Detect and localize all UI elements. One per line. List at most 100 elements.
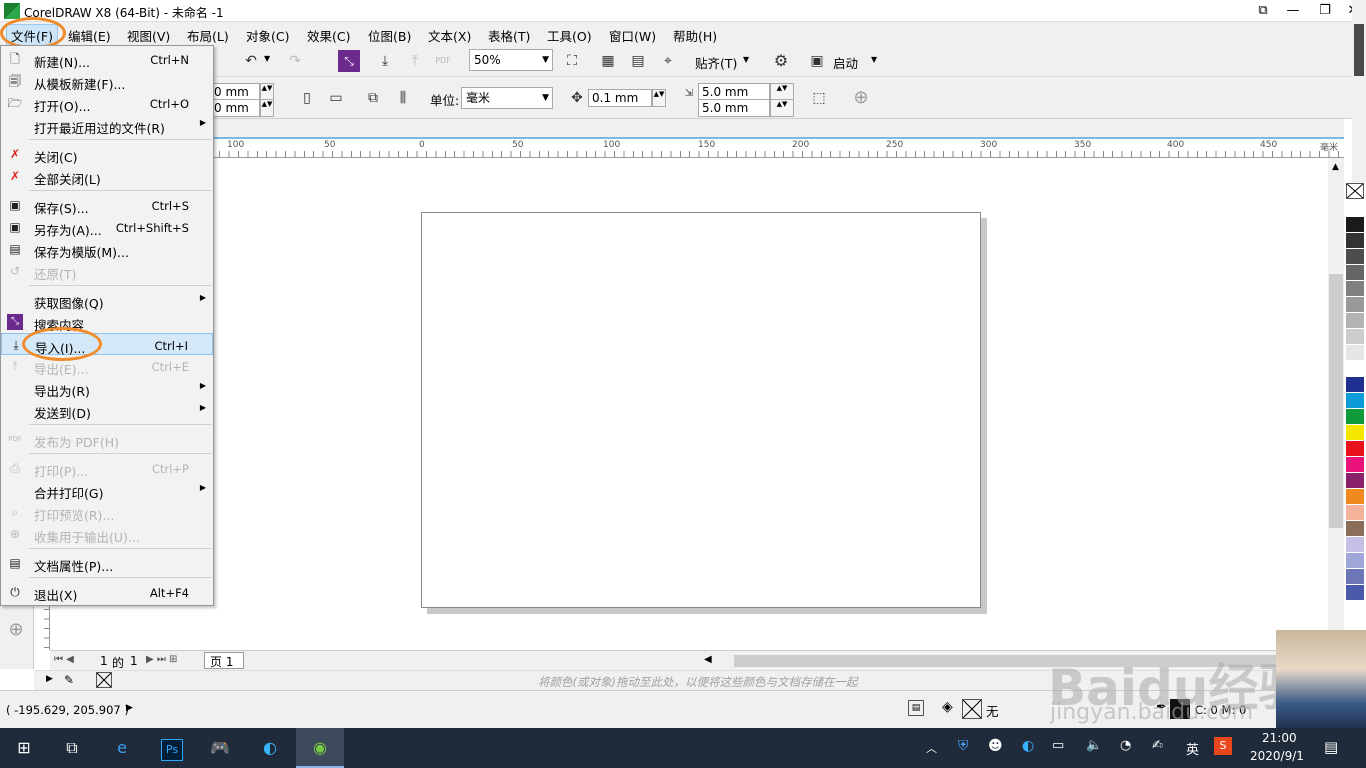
undo-icon[interactable]: ↶ (240, 50, 262, 72)
palette-swatch[interactable] (1346, 569, 1364, 585)
height-field[interactable]: 0 mm (210, 99, 260, 117)
menu-item-send-to[interactable]: 发送到(D) ▶ (1, 399, 213, 421)
palette-swatch[interactable] (1346, 505, 1364, 521)
horizontal-ruler[interactable]: 100 50 0 50 100 150 200 250 300 350 400 … (50, 139, 1344, 158)
show-rulers-icon[interactable]: ▦ (597, 50, 619, 72)
duplicate-y-spinner[interactable]: ▲▼ (770, 99, 794, 117)
menu-item-print-merge[interactable]: 合并打印(G) ▶ (1, 479, 213, 501)
windows-start-icon[interactable]: ⊞ (6, 732, 42, 764)
zoom-select[interactable]: 50% ▼ (469, 49, 553, 71)
palette-swatch[interactable] (1346, 313, 1364, 329)
scroll-thumb[interactable] (1329, 274, 1343, 528)
vertical-scrollbar[interactable]: ▲ (1328, 158, 1344, 650)
eyedropper-icon[interactable]: ✎ (64, 673, 74, 687)
menu-item-close-all[interactable]: ✗ 全部关闭(L) (1, 165, 213, 187)
menu-item-save-as[interactable]: ▣ 另存为(A)... Ctrl+Shift+S (1, 216, 213, 238)
sogou-icon[interactable]: S (1214, 737, 1232, 755)
landscape-icon[interactable]: ▭ (325, 87, 347, 109)
all-pages-icon[interactable]: ⧉ (362, 87, 384, 109)
add-icon[interactable]: ⊕ (850, 87, 872, 109)
no-fill-swatch[interactable] (962, 699, 982, 719)
menu-item-new-from-template[interactable]: 🗐 从模板新建(F)... (1, 70, 213, 92)
restore-button[interactable]: ❐ (1314, 2, 1336, 20)
pdf-icon[interactable]: PDF (432, 50, 454, 72)
palette-swatch[interactable] (1346, 553, 1364, 569)
menu-item-exit[interactable]: ⏻ 退出(X) Alt+F4 (1, 581, 213, 603)
export-icon[interactable]: ⤒ (404, 50, 426, 72)
palette-swatch[interactable] (1346, 329, 1364, 345)
current-page-icon[interactable]: ⫼ (392, 87, 414, 109)
show-grid-icon[interactable]: ▤ (627, 50, 649, 72)
ime-indicator[interactable]: 英 (1186, 739, 1199, 758)
unit-select[interactable]: 毫米 ▼ (461, 87, 553, 109)
launcher-icon[interactable]: ▣ (806, 50, 828, 72)
menu-item-open-recent[interactable]: 打开最近用过的文件(R) ▶ (1, 114, 213, 136)
palette-swatch[interactable] (1346, 345, 1364, 361)
import-icon[interactable]: ⤓ (374, 50, 396, 72)
search-content-icon[interactable]: ⤡ (338, 50, 360, 72)
palette-swatch[interactable] (1346, 489, 1364, 505)
menu-table[interactable]: 表格(T) (484, 25, 534, 46)
menu-item-export-as[interactable]: 导出为(R) ▶ (1, 377, 213, 399)
clock-date[interactable]: 2020/9/1 (1250, 749, 1304, 763)
palette-swatch[interactable] (1346, 521, 1364, 537)
palette-swatch[interactable] (1346, 441, 1364, 457)
expand-icon[interactable]: ▶ (126, 703, 133, 713)
show-guidelines-icon[interactable]: ⌖ (657, 50, 679, 72)
no-color-swatch[interactable] (1346, 183, 1364, 199)
volume-icon[interactable]: 🔈 (1086, 738, 1102, 753)
menu-item-acquire-image[interactable]: 获取图像(Q) ▶ (1, 289, 213, 311)
shield-icon[interactable]: ⛨ (958, 738, 969, 754)
app-icon[interactable]: ⧉ (1252, 2, 1274, 20)
edge-browser-icon[interactable]: e (104, 732, 140, 764)
menu-item-document-properties[interactable]: ▤ 文档属性(P)... (1, 552, 213, 574)
palette-swatch[interactable] (1346, 201, 1364, 217)
menu-item-search-content[interactable]: ⤡ 搜索内容 (1, 311, 213, 333)
battery-icon[interactable]: ▭ (1052, 738, 1064, 753)
expand-icon[interactable]: ▶ (46, 674, 53, 684)
menu-effects[interactable]: 效果(C) (303, 25, 354, 46)
minimize-button[interactable]: — (1282, 2, 1304, 20)
browser-tray-icon[interactable]: ◐ (1022, 738, 1034, 754)
menu-item-open[interactable]: 🗁 打开(O)... Ctrl+O (1, 92, 213, 114)
portrait-icon[interactable]: ▯ (296, 87, 318, 109)
menu-help[interactable]: 帮助(H) (669, 25, 721, 46)
chevron-down-icon[interactable]: ▼ (871, 55, 877, 64)
redo-icon[interactable]: ↷ (284, 50, 306, 72)
palette-swatch[interactable] (1346, 425, 1364, 441)
game-controller-icon[interactable]: 🎮 (202, 732, 238, 764)
full-screen-icon[interactable]: ⛶ (561, 50, 583, 72)
photoshop-icon[interactable]: Ps (154, 732, 190, 764)
palette-swatch[interactable] (1346, 217, 1364, 233)
palette-swatch[interactable] (1346, 281, 1364, 297)
palette-swatch[interactable] (1346, 233, 1364, 249)
coreldraw-taskbar-icon[interactable]: ◉ (296, 728, 344, 768)
menu-layout[interactable]: 布局(L) (183, 25, 233, 46)
menu-edit[interactable]: 编辑(E) (64, 25, 115, 46)
scroll-left-icon[interactable]: ◀ (704, 654, 712, 665)
height-spinner[interactable]: ▲▼ (260, 99, 274, 117)
menu-item-save[interactable]: ▣ 保存(S)... Ctrl+S (1, 194, 213, 216)
menu-item-new[interactable]: 🗋 新建(N)... Ctrl+N (1, 48, 213, 70)
palette-swatch[interactable] (1346, 585, 1364, 601)
menu-window[interactable]: 窗口(W) (605, 25, 660, 46)
tray-expand-icon[interactable]: ︿ (926, 740, 937, 756)
menu-bitmaps[interactable]: 位图(B) (364, 25, 415, 46)
task-view-icon[interactable]: ⧉ (54, 732, 90, 764)
nudge-field[interactable]: 0.1 mm (588, 89, 652, 107)
palette-swatch[interactable] (1346, 537, 1364, 553)
pen-icon[interactable]: ✍ (1152, 738, 1163, 753)
notification-icon[interactable]: ▤ (1324, 738, 1338, 756)
palette-swatch[interactable] (1346, 265, 1364, 281)
first-page-icon[interactable]: ⏮ ◀ (54, 654, 74, 665)
page-tab[interactable]: 页 1 (204, 652, 244, 669)
palette-swatch[interactable] (1346, 249, 1364, 265)
palette-swatch[interactable] (1346, 457, 1364, 473)
add-tool-icon[interactable]: ⊕ (5, 619, 27, 641)
qq-icon[interactable]: ☻ (988, 738, 1003, 754)
palette-swatch[interactable] (1346, 393, 1364, 409)
palette-swatch[interactable] (1346, 473, 1364, 489)
scroll-thumb[interactable] (1354, 24, 1364, 76)
undo-dropdown-icon[interactable]: ▼ (264, 54, 270, 63)
palette-swatch[interactable] (1346, 297, 1364, 313)
